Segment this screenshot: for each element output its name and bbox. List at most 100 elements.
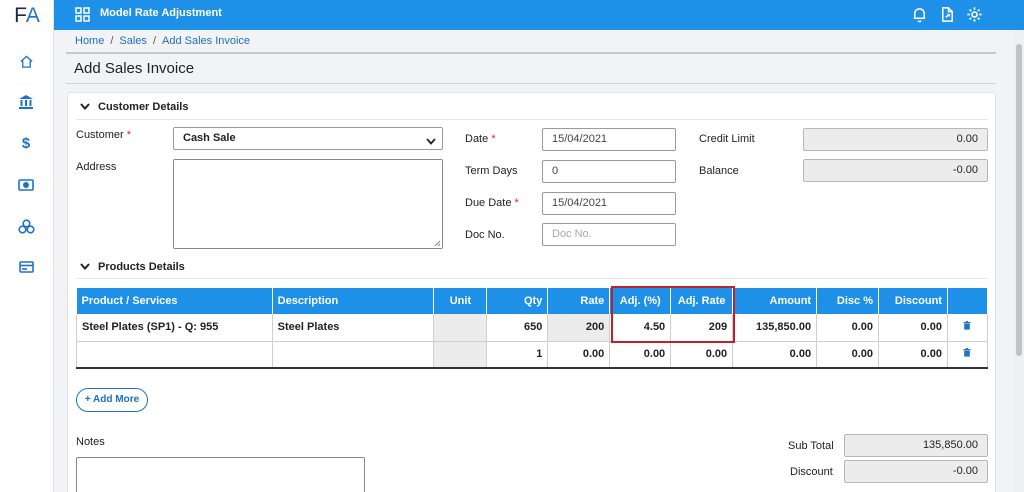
qty-cell[interactable]: 650 — [486, 314, 549, 342]
customer-details-heading: Customer Details — [98, 101, 189, 113]
breadcrumb-separator: / — [152, 35, 156, 47]
resize-handle-icon[interactable] — [434, 240, 441, 247]
discount-cell[interactable]: 0.00 — [878, 341, 948, 369]
rate-cell: 200 — [547, 314, 611, 342]
required-mark: * — [514, 197, 519, 209]
unit-cell — [433, 314, 488, 342]
column-header-unit: Unit — [433, 288, 488, 314]
column-header-qty: Qty — [486, 288, 549, 314]
gear-icon[interactable] — [966, 6, 983, 23]
doc-no-label: Doc No. — [465, 229, 505, 241]
trash-icon — [963, 321, 971, 330]
subtotal-value: 135,850.00 — [844, 434, 988, 457]
breadcrumb-home[interactable]: Home — [75, 35, 104, 47]
customer-details-toggle[interactable]: Customer Details — [80, 101, 188, 113]
discount-total-value: -0.00 — [844, 460, 988, 483]
apps-grid-icon[interactable] — [75, 7, 90, 22]
product-cell[interactable] — [76, 341, 273, 369]
column-header-actions — [947, 288, 989, 314]
disc-pct-cell[interactable]: 0.00 — [816, 314, 879, 342]
column-header-amount: Amount — [732, 288, 818, 314]
description-cell[interactable]: Steel Plates — [272, 314, 435, 342]
chevron-down-icon — [426, 132, 436, 153]
term-days-input[interactable]: 0 — [542, 160, 676, 183]
due-date-label-text: Due Date — [465, 197, 512, 209]
address-label: Address — [76, 161, 117, 173]
credit-limit-label: Credit Limit — [699, 133, 755, 145]
bank-icon[interactable] — [14, 90, 38, 114]
adj-pct-cell[interactable]: 4.50 — [609, 314, 672, 342]
top-bar: Model Rate Adjustment — [54, 0, 1024, 30]
date-label-text: Date — [465, 133, 489, 145]
column-header-adj-rate: Adj. Rate — [670, 288, 734, 314]
dollar-icon[interactable]: $ — [14, 131, 38, 155]
date-input[interactable]: 15/04/2021 — [542, 128, 676, 151]
notes-textarea[interactable] — [76, 457, 365, 492]
table-row: 1 0.00 0.00 0.00 0.00 0.00 0.00 — [76, 341, 989, 369]
discount-label: Discount — [790, 466, 833, 478]
column-header-disc-pct: Disc % — [816, 288, 879, 314]
customer-label-text: Customer — [76, 129, 124, 141]
amount-cell: 0.00 — [732, 341, 818, 369]
term-days-label: Term Days — [465, 165, 518, 177]
column-header-discount: Discount — [878, 288, 948, 314]
chevron-down-icon — [80, 102, 92, 112]
unit-cell — [433, 341, 488, 369]
app-logo[interactable]: FA — [0, 0, 54, 30]
balance-label: Balance — [699, 165, 739, 177]
address-textarea[interactable] — [173, 159, 443, 249]
trash-icon — [963, 348, 971, 357]
app-title: Model Rate Adjustment — [100, 7, 222, 19]
add-more-button[interactable]: + Add More — [76, 388, 148, 412]
delete-row-button[interactable] — [947, 314, 989, 342]
page-title: Add Sales Invoice — [74, 60, 195, 77]
qty-cell[interactable]: 1 — [486, 341, 549, 369]
table-row: Steel Plates (SP1) - Q: 955 Steel Plates… — [76, 314, 989, 342]
products-table: Product / Services Description Unit Qty … — [76, 288, 989, 369]
card-icon[interactable] — [14, 255, 38, 279]
required-mark: * — [491, 133, 496, 145]
cash-icon[interactable] — [14, 173, 38, 197]
column-header-description: Description — [272, 288, 435, 314]
breadcrumb-separator: / — [110, 35, 114, 47]
section-divider — [76, 119, 988, 120]
customer-select-value: Cash Sale — [183, 132, 236, 144]
product-cell[interactable]: Steel Plates (SP1) - Q: 955 — [76, 314, 273, 342]
required-mark: * — [126, 129, 132, 141]
adj-rate-cell[interactable]: 0.00 — [670, 341, 734, 369]
delete-row-button[interactable] — [947, 341, 989, 369]
logo-letter-f: F — [14, 4, 26, 27]
due-date-input[interactable]: 15/04/2021 — [542, 192, 676, 215]
share-icon[interactable] — [939, 6, 956, 23]
sidebar: FA $ — [0, 0, 54, 492]
bell-icon[interactable] — [911, 6, 928, 23]
date-label: Date * — [465, 133, 496, 145]
due-date-label: Due Date * — [465, 197, 519, 209]
section-divider — [76, 278, 988, 279]
column-header-product: Product / Services — [76, 288, 273, 314]
subtotal-label: Sub Total — [788, 440, 834, 452]
breadcrumb-add-sales-invoice[interactable]: Add Sales Invoice — [162, 35, 250, 47]
home-icon[interactable] — [14, 49, 38, 73]
breadcrumb-sales[interactable]: Sales — [119, 35, 147, 47]
products-details-heading: Products Details — [98, 261, 185, 273]
adj-rate-cell[interactable]: 209 — [670, 314, 734, 342]
description-cell[interactable] — [272, 341, 435, 369]
column-header-adj-pct: Adj. (%) — [609, 288, 672, 314]
coins-icon[interactable] — [14, 214, 38, 238]
customer-label: Customer * — [76, 129, 131, 141]
notes-label: Notes — [76, 436, 105, 448]
disc-pct-cell[interactable]: 0.00 — [816, 341, 879, 369]
doc-no-input[interactable]: Doc No. — [542, 223, 676, 246]
customer-select[interactable]: Cash Sale — [173, 127, 443, 150]
scrollbar[interactable] — [1014, 30, 1024, 492]
table-header-row: Product / Services Description Unit Qty … — [76, 288, 989, 314]
scrollbar-thumb[interactable] — [1016, 44, 1022, 356]
adj-pct-cell[interactable]: 0.00 — [609, 341, 672, 369]
credit-limit-value: 0.00 — [803, 128, 988, 151]
title-divider — [66, 52, 996, 84]
rate-cell: 0.00 — [547, 341, 611, 369]
products-details-toggle[interactable]: Products Details — [80, 261, 185, 273]
column-header-rate: Rate — [547, 288, 611, 314]
discount-cell[interactable]: 0.00 — [878, 314, 948, 342]
